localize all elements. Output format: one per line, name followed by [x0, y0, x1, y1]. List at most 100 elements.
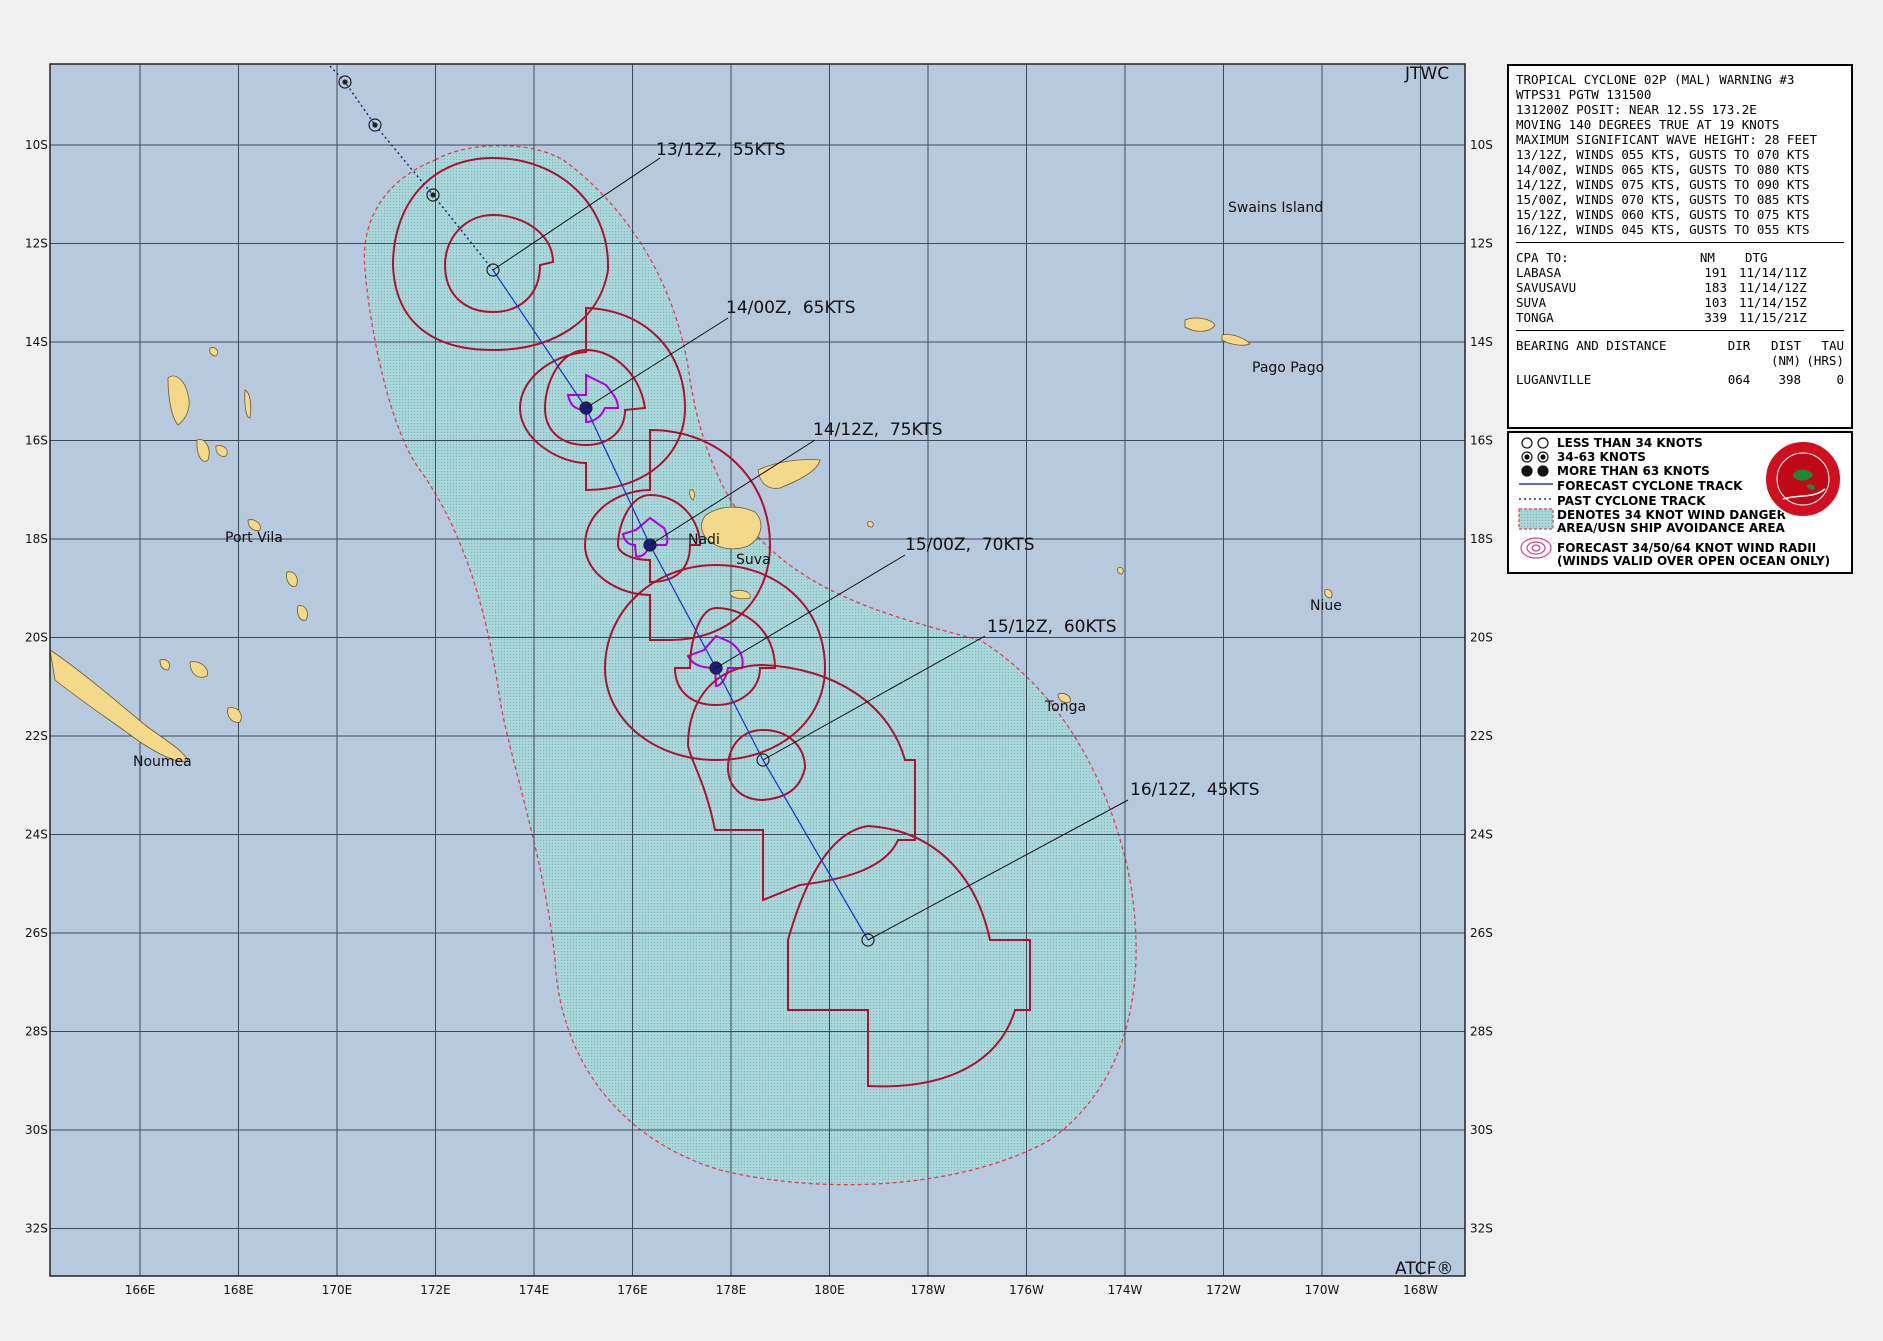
lat-label: 14S [25, 335, 48, 349]
lat-label: 12S [1470, 237, 1493, 251]
agency-label: JTWC [1404, 64, 1449, 84]
cpa-row: SUVA 103 11/14/15Z [1516, 295, 1844, 310]
lon-label: 174E [519, 1283, 550, 1297]
lat-labels-left: 10S 12S 14S 16S 18S 20S 22S 24S 26S 28S 30S 32S [25, 138, 48, 1236]
forecast-label-13-12z: 13/12Z, 55KTS [656, 140, 785, 160]
warning-line: 15/00Z, WINDS 070 KTS, GUSTS TO 085 KTS [1516, 192, 1810, 207]
bearing-tau-unit: (HRS) [1806, 353, 1844, 368]
bearing-units: (NM) (HRS) [1516, 353, 1844, 368]
place-suva: Suva [736, 552, 771, 568]
lon-labels: 166E 168E 170E 172E 174E 176E 178E 180E 178W 176W… [125, 1283, 1438, 1297]
lat-labels-right: 10S 12S 14S 16S 18S 20S 22S 24S 26S 28S 30S 32S [1470, 138, 1493, 1236]
place-niue: Niue [1310, 598, 1342, 614]
legend-34-63: 34-63 KNOTS [1557, 450, 1646, 464]
lat-label: 12S [25, 237, 48, 251]
cpa-dtg: 11/14/15Z [1738, 295, 1807, 310]
cpa-row: LABASA 191 11/14/11Z [1516, 265, 1844, 280]
cpa-place: TONGA [1516, 310, 1554, 325]
cpa-dtg: 11/14/11Z [1738, 265, 1807, 280]
lat-label: 20S [25, 631, 48, 645]
cpa-row: TONGA 339 11/15/21Z [1516, 310, 1844, 325]
warning-line: 13/12Z, WINDS 055 KTS, GUSTS TO 070 KTS [1516, 147, 1810, 162]
legend-panel: LESS THAN 34 KNOTS 34-63 KNOTS MORE THAN… [1507, 431, 1853, 574]
cpa-place: SUVA [1516, 295, 1547, 310]
lat-label: 16S [25, 434, 48, 448]
lat-label: 28S [25, 1025, 48, 1039]
forecast-label-14-12z: 14/12Z, 75KTS [813, 420, 942, 440]
land-ha-apai [1117, 567, 1124, 575]
warning-line: 14/00Z, WINDS 065 KTS, GUSTS TO 080 KTS [1516, 162, 1810, 177]
warning-line: 16/12Z, WINDS 045 KTS, GUSTS TO 055 KTS [1516, 222, 1810, 237]
lat-label: 32S [25, 1222, 48, 1236]
cpa-nm: 191 [1704, 265, 1727, 280]
bearing-place: LUGANVILLE [1516, 372, 1592, 387]
place-pago-pago: Pago Pago [1252, 360, 1324, 376]
lon-label: 174W [1108, 1283, 1143, 1297]
lat-label: 22S [1470, 729, 1493, 743]
warning-line: MOVING 140 DEGREES TRUE AT 19 KNOTS [1516, 117, 1780, 132]
forecast-label-14-00z: 14/00Z, 65KTS [726, 298, 855, 318]
place-port-vila: Port Vila [225, 530, 283, 546]
lon-label: 172W [1206, 1283, 1241, 1297]
cpa-row: SAVUSAVU 183 11/14/12Z [1516, 280, 1844, 295]
bearing-header: BEARING AND DISTANCE DIR DIST TAU [1516, 338, 1844, 353]
lat-label: 10S [1470, 138, 1493, 152]
lat-label: 14S [1470, 335, 1493, 349]
lat-label: 28S [1470, 1025, 1493, 1039]
lon-label: 180E [814, 1283, 845, 1297]
lat-label: 24S [25, 828, 48, 842]
cpa-nm: 103 [1704, 295, 1727, 310]
legend-past-track: PAST CYCLONE TRACK [1557, 494, 1706, 508]
warning-line: MAXIMUM SIGNIFICANT WAVE HEIGHT: 28 FEET [1516, 132, 1818, 147]
forecast-label-16-12z: 16/12Z, 45KTS [1130, 780, 1259, 800]
bearing-title: BEARING AND DISTANCE [1516, 338, 1667, 353]
cpa-dtg: 11/15/21Z [1738, 310, 1807, 325]
cpa-place: SAVUSAVU [1516, 280, 1577, 295]
bearing-tau: 0 [1836, 372, 1844, 387]
lat-label: 18S [1470, 532, 1493, 546]
cpa-nm: 339 [1704, 310, 1727, 325]
lon-label: 170W [1305, 1283, 1340, 1297]
legend-wind-radii: FORECAST 34/50/64 KNOT WIND RADII (WINDS… [1557, 541, 1831, 568]
bearing-dir: 064 [1727, 372, 1751, 387]
forecast-label-15-00z: 15/00Z, 70KTS [905, 535, 1034, 555]
place-nadi: Nadi [688, 532, 720, 548]
bearing-dist-unit: (NM) [1770, 353, 1802, 368]
warning-text-block: TROPICAL CYCLONE 02P (MAL) WARNING #3 WTP… [1516, 72, 1844, 237]
cpa-header-nm: NM [1699, 250, 1715, 265]
lat-label: 20S [1470, 631, 1493, 645]
lon-label: 178E [716, 1283, 747, 1297]
lat-label: 18S [25, 532, 48, 546]
forecast-label-15-12z: 15/12Z, 60KTS [987, 617, 1116, 637]
legend-forecast-track: FORECAST CYCLONE TRACK [1557, 479, 1743, 493]
lon-label: 168W [1403, 1283, 1438, 1297]
lon-label: 168E [223, 1283, 254, 1297]
legend-danger-area: DENOTES 34 KNOT WIND DANGER AREA/USN SHI… [1557, 508, 1786, 535]
cpa-place: LABASA [1516, 265, 1562, 280]
bearing-dist: 398 [1778, 372, 1802, 387]
jtwc-seal-icon [1764, 440, 1842, 518]
software-label: ATCF® [1395, 1259, 1453, 1279]
warning-line: TROPICAL CYCLONE 02P (MAL) WARNING #3 [1516, 72, 1795, 87]
bearing-row: LUGANVILLE 064 398 0 [1516, 372, 1844, 387]
cpa-header: CPA TO: NM DTG [1516, 250, 1844, 265]
bearing-tau-header: TAU [1821, 338, 1844, 353]
warning-line: 131200Z POSIT: NEAR 12.5S 173.2E [1516, 102, 1757, 117]
lat-label: 10S [25, 138, 48, 152]
lat-label: 24S [1470, 828, 1493, 842]
lat-label: 26S [25, 926, 48, 940]
legend-symbols [1518, 437, 1554, 559]
bearing-dist-header: DIST [1770, 338, 1802, 353]
land-lau [867, 521, 874, 528]
lon-label: 170E [322, 1283, 353, 1297]
place-swains-island: Swains Island [1228, 200, 1323, 216]
place-tonga: Tonga [1044, 699, 1086, 715]
cpa-nm: 183 [1704, 280, 1727, 295]
lon-label: 178W [911, 1283, 946, 1297]
warning-line: 15/12Z, WINDS 060 KTS, GUSTS TO 075 KTS [1516, 207, 1810, 222]
warning-info-panel: TROPICAL CYCLONE 02P (MAL) WARNING #3 WTP… [1507, 64, 1853, 429]
lat-label: 30S [25, 1123, 48, 1137]
divider [1516, 242, 1844, 243]
lat-label: 30S [1470, 1123, 1493, 1137]
divider [1516, 330, 1844, 331]
